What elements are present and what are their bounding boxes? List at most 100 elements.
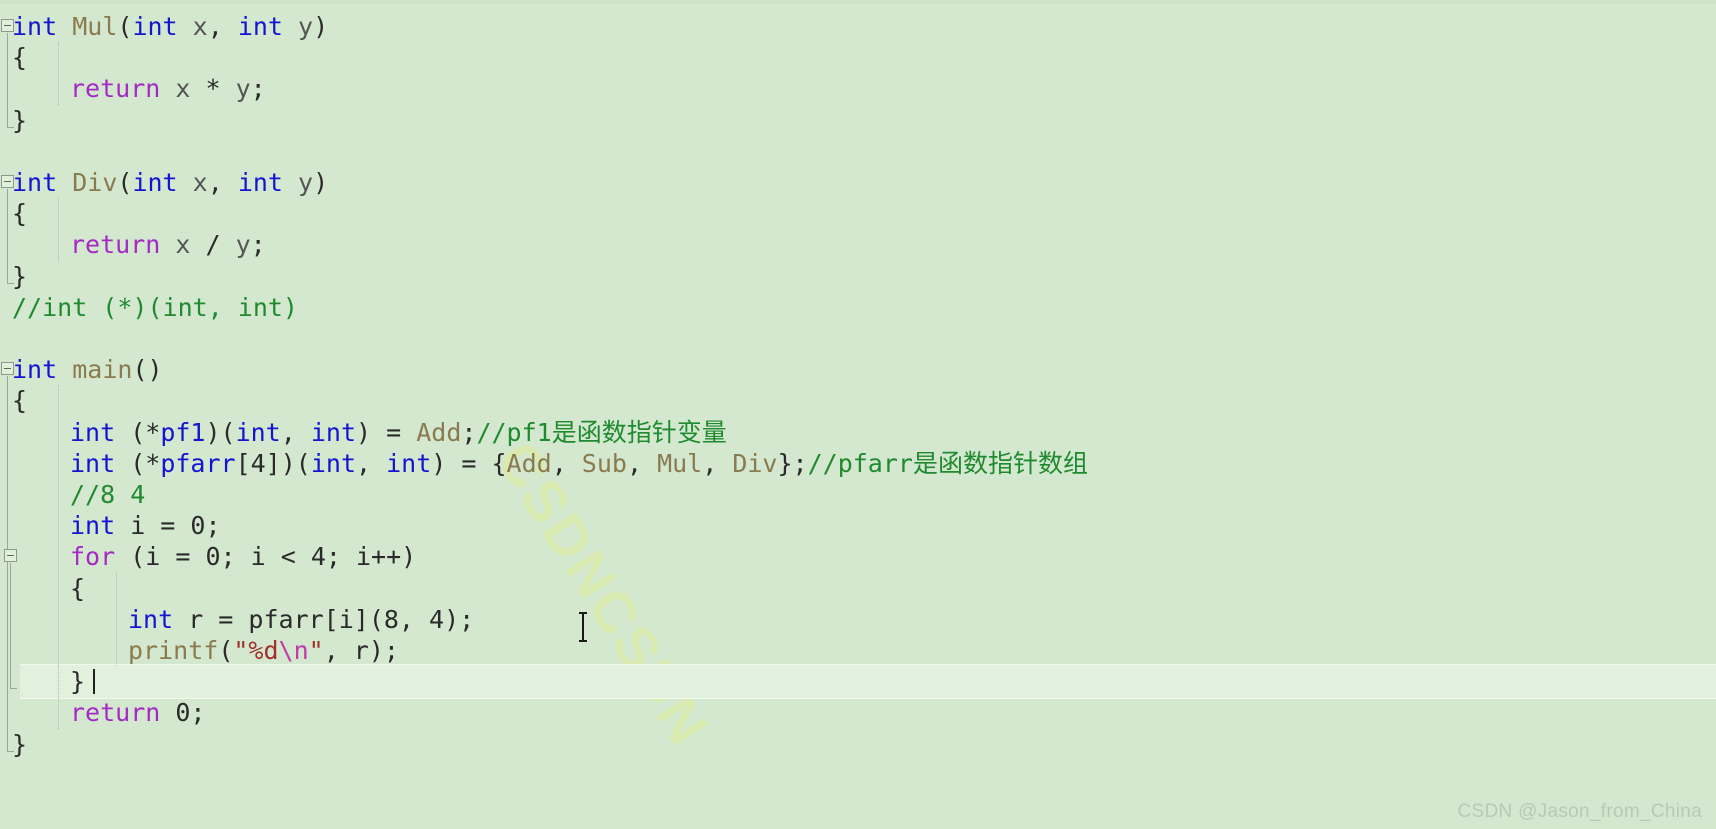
code-token-ident: y: [298, 12, 314, 41]
code-token-plain: ,: [551, 448, 582, 478]
text-caret: [93, 669, 96, 695]
code-token-plain: {: [12, 199, 28, 229]
code-token-plain: (): [132, 355, 163, 385]
code-line[interactable]: [0, 323, 1716, 354]
code-token-kw: pf1: [160, 417, 206, 447]
code-token-plain: {: [70, 573, 86, 603]
code-line[interactable]: return x / y;: [0, 229, 1716, 260]
code-token-comment: //8 4: [70, 480, 146, 509]
code-line[interactable]: int main(): [0, 354, 1716, 385]
code-token-comment: //pfarr是函数指针数组: [807, 448, 1088, 478]
code-line-text: int Mul(int x, int y): [0, 11, 328, 42]
code-line[interactable]: {: [0, 385, 1716, 416]
code-token-comment: //pf1是函数指针变量: [476, 417, 727, 447]
code-line[interactable]: {: [0, 42, 1716, 73]
code-line[interactable]: printf("%d\n", r);: [0, 635, 1716, 666]
code-token-plain: 0;: [160, 698, 206, 728]
code-token-kw: int: [310, 417, 356, 447]
code-line[interactable]: {: [0, 198, 1716, 229]
code-token-plain: )(: [205, 417, 236, 447]
code-token-str: "%d: [233, 636, 279, 665]
code-token-kw: int: [70, 417, 116, 447]
code-line[interactable]: int (*pf1)(int, int) = Add;//pf1是函数指针变量: [0, 417, 1716, 448]
code-token-plain: (: [117, 168, 133, 197]
code-token-plain: *: [190, 74, 236, 104]
code-token-plain: ): [313, 12, 329, 41]
code-token-plain: (*: [115, 448, 161, 478]
code-line-text: printf("%d\n", r);: [0, 635, 399, 666]
code-token-fn: main: [72, 355, 133, 385]
code-token-plain: i = 0;: [115, 511, 221, 541]
code-token-plain: }: [12, 729, 28, 759]
code-token-kw: int: [12, 12, 58, 41]
code-token-plain: };: [777, 448, 808, 478]
code-line-text: }: [0, 105, 27, 136]
code-line-text: }: [0, 261, 27, 292]
code-line-text: {: [0, 198, 27, 229]
code-line-text: {: [0, 573, 85, 604]
code-token-plain: ,: [702, 448, 733, 478]
code-line[interactable]: return 0;: [0, 697, 1716, 728]
code-token-plain: ;: [250, 230, 266, 260]
code-token-plain: , r);: [323, 636, 399, 665]
code-token-kw: pfarr: [160, 448, 236, 478]
code-line[interactable]: int (*pfarr[4])(int, int) = {Add, Sub, M…: [0, 448, 1716, 479]
code-line-text: int Div(int x, int y): [0, 167, 328, 198]
code-token-fn: Mul: [657, 448, 703, 478]
code-token-plain: }: [12, 105, 28, 135]
code-token-str: ": [308, 636, 324, 665]
code-line[interactable]: }: [0, 261, 1716, 292]
code-surface[interactable]: int Mul(int x, int y){return x * y;} int …: [0, 0, 1716, 829]
code-line-text: int r = pfarr[i](8, 4);: [0, 604, 474, 635]
code-line-text: return x / y;: [0, 229, 266, 260]
code-line[interactable]: [0, 136, 1716, 167]
code-line-text: for (i = 0; i < 4; i++): [0, 541, 416, 572]
code-token-plain: (: [117, 12, 133, 41]
code-line[interactable]: int Div(int x, int y): [0, 167, 1716, 198]
code-token-plain: (i = 0; i < 4; i++): [115, 542, 417, 572]
code-token-kw: int: [237, 168, 283, 197]
code-token-fn: printf: [128, 636, 219, 665]
code-line[interactable]: }: [0, 105, 1716, 136]
code-token-ident: y: [298, 168, 314, 197]
code-token-plain: }: [70, 667, 86, 697]
code-token-fn: Add: [416, 417, 462, 447]
code-token-comment: //int (*)(int, int): [12, 292, 298, 322]
code-line[interactable]: }: [0, 729, 1716, 760]
code-token-kwflow: return: [70, 698, 161, 728]
code-token-plain: ;: [461, 417, 477, 447]
code-line[interactable]: int r = pfarr[i](8, 4);: [0, 604, 1716, 635]
code-line[interactable]: {: [0, 573, 1716, 604]
code-token-fn: Sub: [581, 448, 627, 478]
code-token-plain: ) = {: [431, 448, 507, 478]
code-line[interactable]: //int (*)(int, int): [0, 292, 1716, 323]
code-line[interactable]: for (i = 0; i < 4; i++): [0, 541, 1716, 572]
code-line-text: //int (*)(int, int): [0, 292, 298, 323]
code-token-kw: int: [237, 12, 283, 41]
code-token-plain: ,: [280, 417, 311, 447]
code-token-plain: ,: [356, 448, 387, 478]
code-line[interactable]: return x * y;: [0, 73, 1716, 104]
code-line[interactable]: int Mul(int x, int y): [0, 11, 1716, 42]
code-line[interactable]: //8 4: [0, 479, 1716, 510]
code-token-kw: int: [128, 604, 174, 634]
code-token-kw: int: [310, 448, 356, 478]
code-token-plain: ): [313, 168, 329, 197]
csdn-watermark: CSDN @Jason_from_China: [1457, 801, 1702, 822]
code-line-text: {: [0, 42, 27, 73]
code-token-kw: int: [12, 168, 58, 197]
code-line[interactable]: int i = 0;: [0, 510, 1716, 541]
code-token-kw: int: [235, 417, 281, 447]
code-line-text: int (*pfarr[4])(int, int) = {Add, Sub, M…: [0, 448, 1088, 479]
code-token-kw: int: [132, 168, 178, 197]
code-token-plain: ,: [207, 12, 238, 41]
code-line[interactable]: }: [0, 666, 1716, 697]
code-token-ident: y: [235, 230, 251, 260]
code-line-text: }: [0, 666, 85, 697]
